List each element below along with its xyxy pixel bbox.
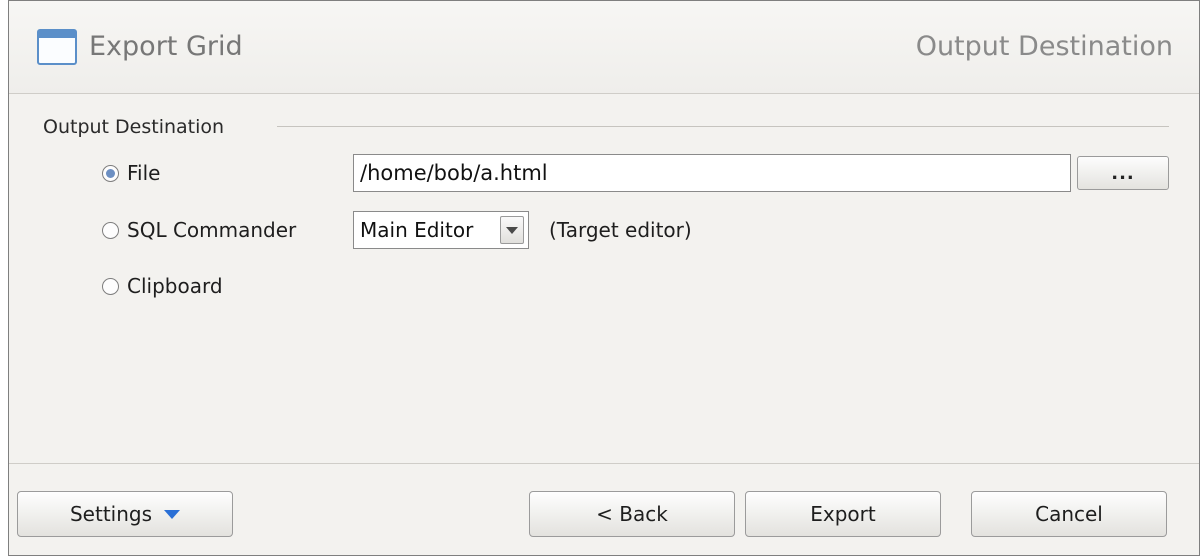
clipboard-option[interactable]: Clipboard <box>102 272 223 300</box>
settings-button-label[interactable]: Settings <box>70 502 152 526</box>
dialog-title: Export Grid <box>89 31 243 62</box>
cancel-button[interactable]: Cancel <box>971 491 1167 537</box>
sql-commander-radio-label[interactable]: SQL Commander <box>127 218 296 242</box>
back-button[interactable]: < Back <box>529 491 735 537</box>
target-editor-select[interactable]: Main Editor <box>353 211 529 249</box>
file-radio-label[interactable]: File <box>127 161 160 185</box>
window-icon <box>37 29 77 65</box>
file-path-input[interactable] <box>353 154 1071 192</box>
dialog-header: Export Grid Output Destination <box>9 1 1199 94</box>
group-separator <box>277 126 1169 127</box>
clipboard-radio-label[interactable]: Clipboard <box>127 274 223 298</box>
sql-commander-option[interactable]: SQL Commander <box>102 216 296 244</box>
file-option[interactable]: File <box>102 159 160 187</box>
export-button[interactable]: Export <box>745 491 941 537</box>
step-title: Output Destination <box>915 31 1173 62</box>
sql-commander-radio[interactable] <box>102 221 119 239</box>
dropdown-arrow-icon[interactable] <box>500 216 524 244</box>
browse-button[interactable]: ... <box>1077 156 1169 190</box>
file-radio[interactable] <box>102 164 119 182</box>
export-grid-dialog: Export Grid Output Destination Output De… <box>8 0 1200 556</box>
target-editor-note: (Target editor) <box>549 218 692 242</box>
clipboard-radio[interactable] <box>102 277 119 295</box>
triangle-down-icon[interactable] <box>164 509 181 519</box>
target-editor-select-value[interactable]: Main Editor <box>354 218 500 242</box>
footer-separator <box>9 463 1199 464</box>
output-destination-group-label: Output Destination <box>43 116 225 138</box>
settings-button[interactable]: Settings <box>17 491 233 537</box>
